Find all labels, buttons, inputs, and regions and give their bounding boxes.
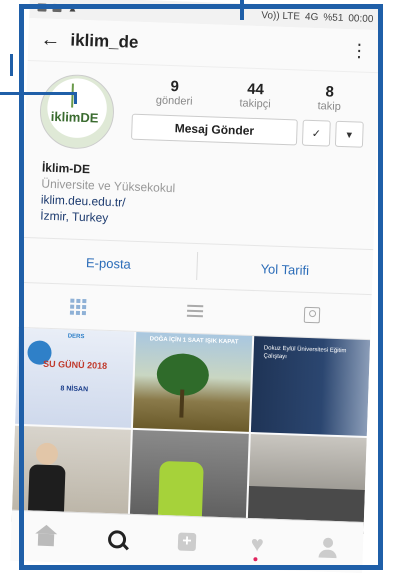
tab-grid[interactable] xyxy=(19,297,137,317)
arrow-left-icon[interactable]: ← xyxy=(40,28,71,52)
avatar[interactable]: iklimDE xyxy=(38,73,116,151)
tab-list[interactable] xyxy=(136,300,254,322)
stat-label: takip xyxy=(317,100,342,113)
phone-screen: ▲ Vo)) LTE 4G %51 00:00 ← iklim_de ⋮ ikl… xyxy=(10,0,382,573)
stat-number: 9 xyxy=(170,77,180,96)
home-icon[interactable] xyxy=(35,526,58,549)
heart-icon[interactable]: ♥ xyxy=(246,531,269,562)
send-message-button[interactable]: Mesaj Gönder xyxy=(131,113,298,146)
chevron-down-icon: ▾ xyxy=(346,128,353,141)
profile-icon[interactable] xyxy=(316,535,339,558)
profile-header: iklimDE 9 gönderi 44 takipçi 8 takip Mes… xyxy=(24,61,379,165)
tagged-person-icon xyxy=(304,306,321,324)
post-subcaption: Dokuz Eylül Üniversitesi Eğitim Çalıştay… xyxy=(263,345,347,361)
callout-line xyxy=(0,92,76,95)
notification-dot xyxy=(253,557,258,562)
bio: İklim-DE Üniversite ve Yüksekokul iklim.… xyxy=(22,153,377,245)
battery-label: %51 xyxy=(323,11,344,24)
kebab-icon[interactable]: ⋮ xyxy=(350,40,369,62)
directions-button[interactable]: Yol Tarifi xyxy=(197,259,373,280)
post-title: DERS xyxy=(67,333,85,341)
bottom-navigation: + ♥ xyxy=(10,509,364,573)
list-icon xyxy=(186,302,204,321)
callout-line xyxy=(0,54,13,76)
post-subcaption: 8 NİSAN xyxy=(60,385,89,394)
stat-label: takipçi xyxy=(239,97,271,111)
callout-line xyxy=(240,0,244,20)
post-caption: SU GÜNÜ 2018 xyxy=(42,358,108,371)
stat-following[interactable]: 8 takip xyxy=(317,83,341,113)
stat-followers[interactable]: 44 takipçi xyxy=(239,80,271,111)
signal-label: 4G xyxy=(304,11,319,23)
profile-username: iklim_de xyxy=(70,30,139,52)
callout-line xyxy=(74,92,77,104)
grid-icon xyxy=(69,298,87,316)
dropdown-button[interactable]: ▾ xyxy=(334,120,364,148)
warning-icon: ▲ xyxy=(67,2,78,15)
post-title: DOĞA İÇİN 1 SAAT IŞIK KAPAT xyxy=(149,336,239,346)
stat-number: 44 xyxy=(246,80,265,99)
stat-number: 8 xyxy=(325,83,335,101)
follow-check-button[interactable]: ✓ xyxy=(301,119,331,147)
time-label: 00:00 xyxy=(348,12,374,25)
profile-actions: Mesaj Gönder ✓ ▾ xyxy=(131,113,364,148)
stat-label: gönderi xyxy=(155,94,193,108)
message-icon xyxy=(52,3,62,13)
notification-icon xyxy=(37,3,47,12)
post-thumbnail[interactable]: DOĞA İÇİN 1 SAAT IŞIK KAPAT xyxy=(132,331,253,432)
post-thumbnail[interactable]: Dokuz Eylül Üniversitesi Eğitim Çalıştay… xyxy=(250,336,371,437)
search-icon[interactable] xyxy=(105,528,128,551)
add-post-icon[interactable]: + xyxy=(176,530,199,553)
avatar-logo-text: iklimDE xyxy=(50,108,99,126)
net-label: Vo)) LTE xyxy=(261,9,301,22)
stats-area: 9 gönderi 44 takipçi 8 takip Mesaj Gönde… xyxy=(113,76,365,159)
stat-posts[interactable]: 9 gönderi xyxy=(156,78,194,108)
tab-tagged[interactable] xyxy=(253,305,371,325)
photo-grid: DERS SU GÜNÜ 2018 8 NİSAN DOĞA İÇİN 1 SA… xyxy=(11,327,371,534)
stats: 9 gönderi 44 takipçi 8 takip xyxy=(132,77,365,114)
email-button[interactable]: E-posta xyxy=(20,252,196,273)
post-thumbnail[interactable]: DERS SU GÜNÜ 2018 8 NİSAN xyxy=(15,327,135,428)
check-person-icon: ✓ xyxy=(311,127,322,140)
